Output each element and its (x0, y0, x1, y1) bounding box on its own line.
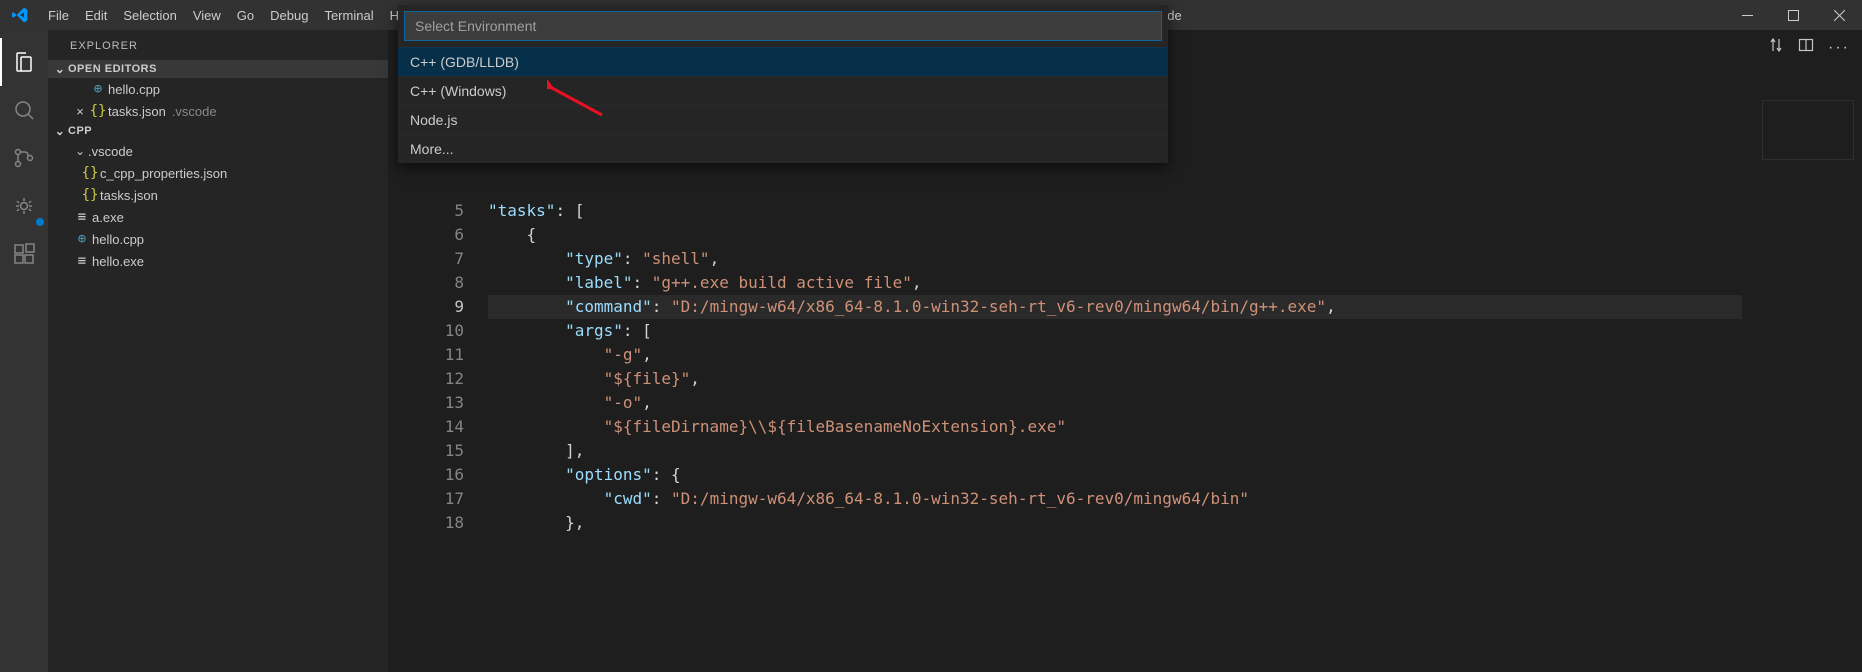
open-editors-header[interactable]: ⌄ OPEN EDITORS (48, 60, 388, 78)
open-editor-item[interactable]: ⊕hello.cpp (48, 78, 388, 100)
menu-selection[interactable]: Selection (115, 0, 184, 30)
json-file-icon: {} (88, 103, 108, 119)
quick-pick-panel: Select Environment C++ (GDB/LLDB)C++ (Wi… (398, 5, 1168, 163)
file-detail-label: .vscode (172, 104, 217, 119)
maximize-button[interactable] (1770, 0, 1816, 30)
minimap-viewport[interactable] (1762, 100, 1854, 160)
debug-badge-icon (35, 217, 45, 227)
quick-pick-input[interactable]: Select Environment (404, 11, 1162, 41)
sidebar-title: EXPLORER (48, 30, 388, 60)
file-item[interactable]: ≡hello.exe (48, 250, 388, 272)
vscode-logo-icon (12, 7, 28, 23)
search-activity-icon[interactable] (0, 86, 48, 134)
quick-pick-item[interactable]: Node.js (398, 105, 1168, 134)
json-file-icon: {} (80, 165, 100, 181)
folder-item[interactable]: ⌄.vscode (48, 140, 388, 162)
cpp-file-icon: ⊕ (88, 81, 108, 97)
explorer-activity-icon[interactable] (0, 38, 48, 86)
source-control-activity-icon[interactable] (0, 134, 48, 182)
file-item[interactable]: ≡a.exe (48, 206, 388, 228)
chevron-down-icon: ⌄ (72, 144, 88, 158)
minimize-button[interactable] (1724, 0, 1770, 30)
file-item[interactable]: {}c_cpp_properties.json (48, 162, 388, 184)
debug-activity-icon[interactable] (0, 182, 48, 230)
exe-file-icon: ≡ (72, 253, 92, 269)
file-name-label: tasks.json (108, 104, 166, 119)
explorer-sidebar: EXPLORER ⌄ OPEN EDITORS ⊕hello.cpp×{}tas… (48, 30, 388, 672)
close-editor-icon[interactable]: × (72, 104, 88, 119)
tree-item-label: hello.exe (92, 254, 144, 269)
exe-file-icon: ≡ (72, 209, 92, 225)
workspace-label: CPP (68, 125, 92, 137)
menu-terminal[interactable]: Terminal (316, 0, 381, 30)
cpp-file-icon: ⊕ (72, 231, 92, 247)
quick-pick-item[interactable]: C++ (Windows) (398, 76, 1168, 105)
extensions-activity-icon[interactable] (0, 230, 48, 278)
quick-pick-item[interactable]: C++ (GDB/LLDB) (398, 47, 1168, 76)
menu-edit[interactable]: Edit (77, 0, 115, 30)
file-item[interactable]: {}tasks.json (48, 184, 388, 206)
menu-debug[interactable]: Debug (262, 0, 316, 30)
tree-item-label: .vscode (88, 144, 133, 159)
chevron-down-icon: ⌄ (52, 62, 68, 76)
activity-bar (0, 30, 48, 672)
json-file-icon: {} (80, 187, 100, 203)
minimap[interactable] (1742, 30, 1862, 672)
annotation-arrow-icon (547, 80, 607, 120)
open-editors-label: OPEN EDITORS (68, 63, 157, 75)
open-editor-item[interactable]: ×{}tasks.json .vscode (48, 100, 388, 122)
close-window-button[interactable] (1816, 0, 1862, 30)
file-item[interactable]: ⊕hello.cpp (48, 228, 388, 250)
menu-go[interactable]: Go (229, 0, 262, 30)
tree-item-label: tasks.json (100, 188, 158, 203)
quick-pick-item[interactable]: More... (398, 134, 1168, 163)
tree-item-label: c_cpp_properties.json (100, 166, 227, 181)
file-name-label: hello.cpp (108, 82, 160, 97)
tree-item-label: a.exe (92, 210, 124, 225)
menu-view[interactable]: View (185, 0, 229, 30)
chevron-down-icon: ⌄ (52, 124, 68, 138)
workspace-header[interactable]: ⌄ CPP (48, 122, 388, 140)
menu-file[interactable]: File (40, 0, 77, 30)
tree-item-label: hello.cpp (92, 232, 144, 247)
